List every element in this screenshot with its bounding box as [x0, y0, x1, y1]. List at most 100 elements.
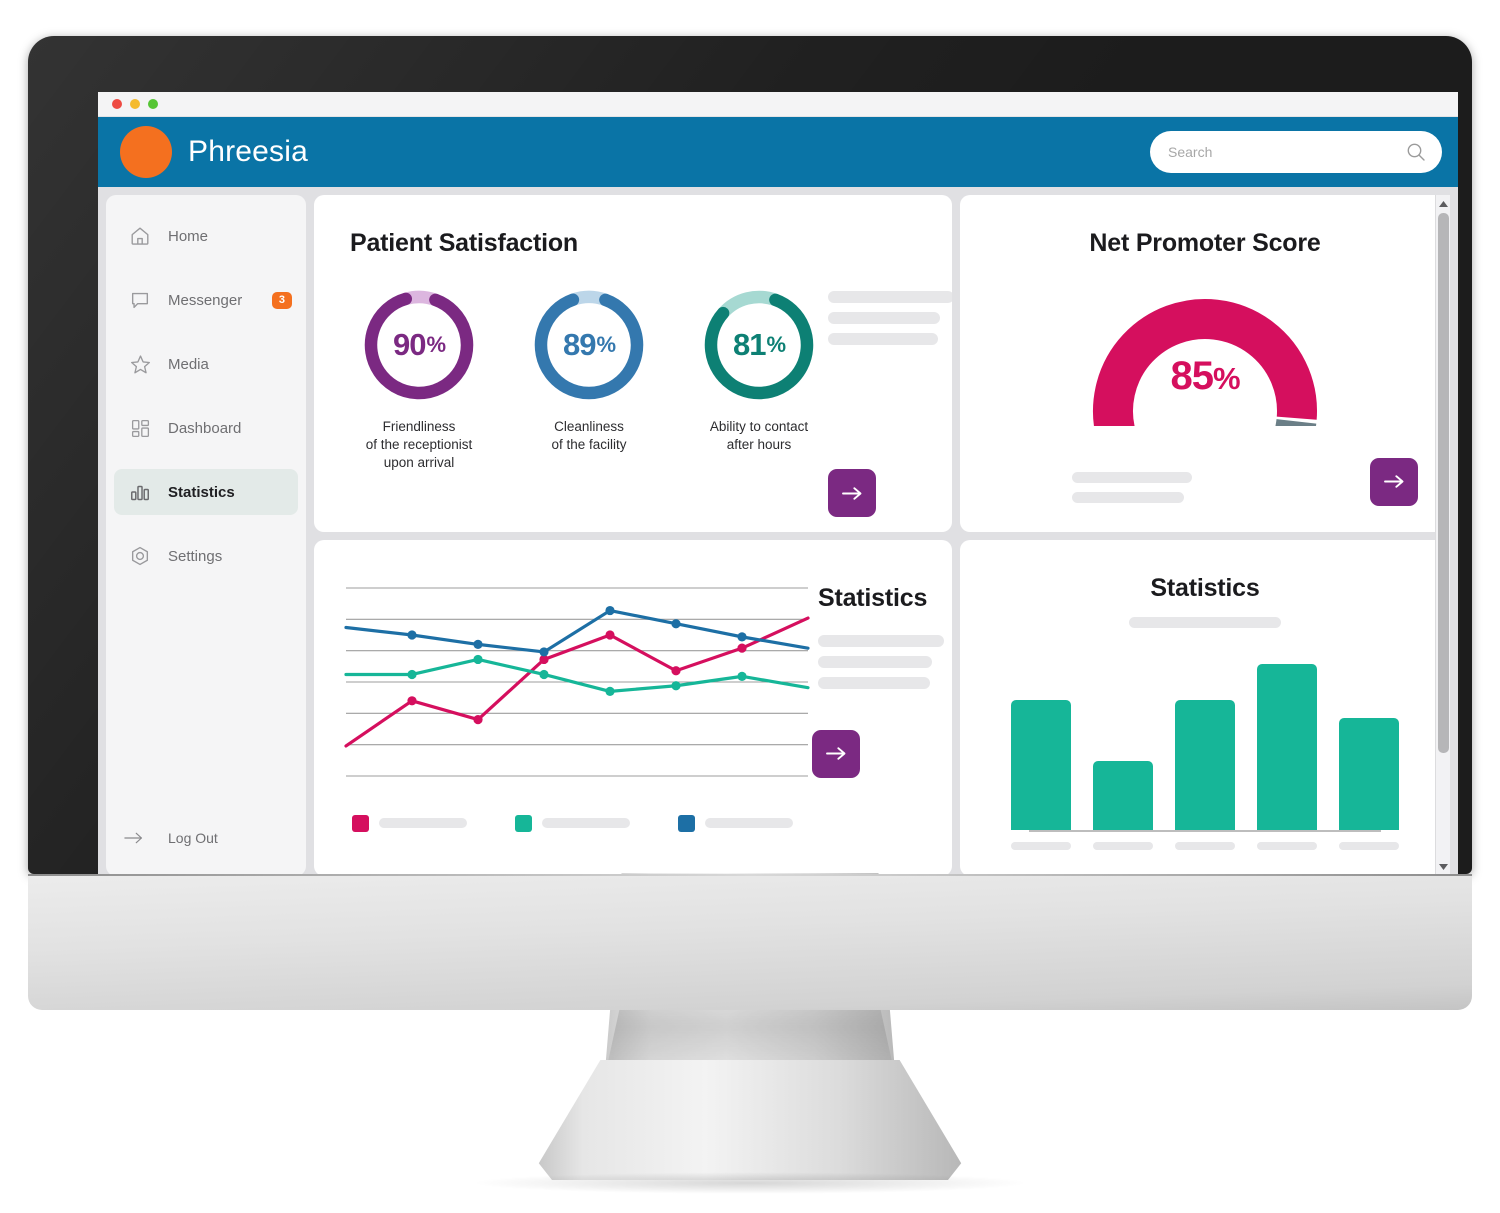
bar-chart-icon: [128, 480, 152, 504]
bar: [1257, 663, 1317, 830]
bar: [1093, 761, 1153, 830]
patient-satisfaction-side: [828, 229, 952, 517]
brand: Phreesia: [120, 126, 308, 178]
legend-swatch: [515, 814, 532, 832]
line-chart-legend: [342, 814, 812, 832]
logout-label: Log Out: [168, 830, 218, 846]
statistics-lines-title: Statistics: [818, 583, 928, 612]
nps-cta-button[interactable]: [1370, 457, 1418, 506]
search-input[interactable]: [1168, 131, 1424, 173]
bar-label-placeholder: [1093, 841, 1153, 850]
line-data-point: [473, 639, 483, 649]
donut-ring: 89%: [530, 286, 648, 404]
bar-chart-axis: [1029, 829, 1381, 832]
arrow-right-icon: [842, 486, 862, 500]
orange-circle-logo-icon: [120, 126, 172, 178]
bar: [1339, 717, 1399, 830]
line-data-point: [605, 686, 615, 696]
statistics-bars-title: Statistics: [1150, 573, 1260, 602]
patient-satisfaction-cta-button[interactable]: [828, 469, 876, 517]
sidebar-item-label: Messenger: [168, 291, 243, 309]
legend-label-placeholder: [379, 818, 467, 828]
window-titlebar: [98, 92, 1458, 117]
bar: [1011, 699, 1071, 830]
sidebar-item-label: Dashboard: [168, 419, 242, 437]
legend-item: [352, 814, 467, 832]
sidebar-item-dashboard[interactable]: Dashboard: [114, 405, 298, 451]
donut-caption: Ability to contact after hours: [709, 419, 809, 452]
app-header: Phreesia: [98, 117, 1458, 187]
line-data-point: [605, 605, 615, 615]
minimize-button-dot[interactable]: [130, 99, 140, 109]
placeholder-line: [828, 312, 940, 324]
arrow-right-icon: [122, 826, 146, 850]
home-icon: [128, 224, 152, 248]
line-data-point: [671, 618, 681, 628]
legend-swatch: [678, 814, 695, 832]
app-body: Home Messenger 3 Media Dashboard Statist…: [98, 187, 1458, 884]
donut-caption: Cleanliness of the facility: [551, 419, 627, 452]
scrollbar-thumb[interactable]: [1438, 213, 1449, 753]
placeholder-line: [1072, 491, 1184, 503]
sidebar-item-settings[interactable]: Settings: [114, 533, 298, 579]
sidebar-item-statistics[interactable]: Statistics: [114, 469, 298, 515]
sidebar-item-label: Home: [168, 227, 209, 245]
statistics-lines-cta-button[interactable]: [812, 729, 860, 778]
placeholder-line: [828, 291, 952, 303]
donut-value: 89%: [562, 327, 616, 362]
content-row-top: Patient Satisfaction 90% Friendliness of t…: [314, 195, 1450, 532]
line-data-point: [407, 695, 417, 705]
close-button-dot[interactable]: [112, 99, 122, 109]
monitor-bezel: Phreesia Search Home Messenger 3 Media D…: [28, 36, 1472, 884]
page-title: Patient Satisfaction: [350, 229, 578, 257]
sidebar-item-label: Media: [168, 355, 209, 373]
screenshot-stage: Phreesia Search Home Messenger 3 Media D…: [0, 0, 1500, 1213]
scroll-down-arrow-icon[interactable]: [1436, 859, 1451, 875]
line-data-point: [671, 665, 681, 675]
statistics-lines-side: Statistics: [812, 540, 952, 877]
donut-group: 90% Friendliness of the receptionist upon a…: [350, 286, 828, 472]
grid-icon: [128, 416, 152, 440]
line-data-point: [539, 669, 549, 679]
sidebar-item-label: Settings: [168, 547, 223, 565]
line-chart-area: [314, 540, 812, 877]
scroll-up-arrow-icon[interactable]: [1436, 196, 1451, 212]
maximize-button-dot[interactable]: [148, 99, 158, 109]
placeholder-line: [818, 634, 944, 647]
line-data-point: [407, 669, 417, 679]
placeholder-line: [1072, 471, 1192, 483]
bar-chart-labels: [960, 841, 1450, 850]
bar-label-placeholder: [1175, 841, 1235, 850]
statistics-line-chart: [344, 586, 810, 777]
vertical-scrollbar[interactable]: [1435, 195, 1450, 876]
monitor-base-shadow: [470, 1172, 1030, 1194]
placeholder-line: [818, 676, 930, 689]
line-data-point: [473, 654, 483, 664]
donut-ring: 90%: [360, 286, 478, 404]
bar: [1175, 699, 1235, 830]
arrow-right-icon: [826, 747, 846, 760]
legend-label-placeholder: [705, 818, 793, 828]
sidebar-item-messenger[interactable]: Messenger 3: [114, 277, 298, 323]
logout-button[interactable]: Log Out: [106, 826, 306, 876]
donut-caption: Friendliness of the receptionist upon arri…: [365, 419, 473, 470]
bar-chart: [960, 650, 1450, 830]
placeholder-line: [1129, 616, 1281, 628]
sidebar-item-label: Statistics: [168, 483, 235, 501]
screen: Phreesia Search Home Messenger 3 Media D…: [98, 92, 1458, 884]
sidebar-item-home[interactable]: Home: [114, 213, 298, 259]
gauge-remainder-arc: [1255, 418, 1317, 491]
search-box[interactable]: [1150, 131, 1442, 173]
donut-3: 81% Ability to contact after hours: [690, 286, 828, 472]
card-statistics-lines: Statistics: [314, 539, 952, 877]
donut-1: 90% Friendliness of the receptionist upon a…: [350, 286, 488, 472]
monitor-foot: [538, 1060, 962, 1180]
placeholder-line: [828, 333, 938, 345]
content-row-bottom: Statistics Statistics: [314, 539, 1450, 877]
bar-label-placeholder: [1257, 841, 1317, 850]
arrow-right-icon: [1384, 475, 1404, 488]
search-icon: [1406, 142, 1426, 167]
chat-icon: [128, 288, 152, 312]
sidebar-item-media[interactable]: Media: [114, 341, 298, 387]
donut-ring: 81%: [700, 286, 818, 404]
